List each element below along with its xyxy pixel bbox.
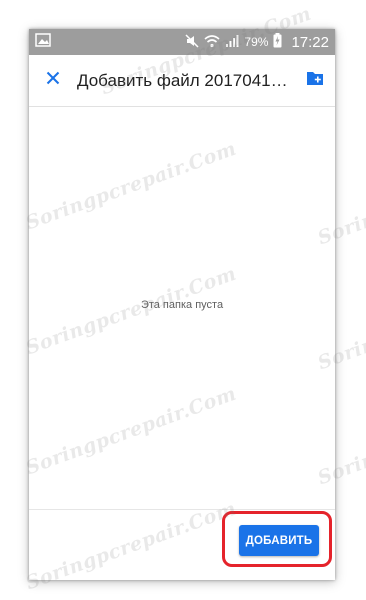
folder-content: Эта папка пуста <box>29 107 335 509</box>
phone-screen: 79% 17:22 Добавить файл 2017041… Эта пап… <box>29 29 335 580</box>
wifi-icon <box>204 34 220 51</box>
close-icon <box>46 71 60 90</box>
screenshot-stage: 79% 17:22 Добавить файл 2017041… Эта пап… <box>0 0 366 600</box>
battery-charging-icon <box>273 33 282 51</box>
page-title: Добавить файл 2017041… <box>77 70 288 90</box>
mute-icon <box>185 33 199 51</box>
add-button[interactable]: ДОБАВИТЬ <box>239 525 319 556</box>
close-button[interactable] <box>29 55 77 107</box>
status-clock: 17:22 <box>291 33 329 51</box>
signal-icon <box>225 34 239 51</box>
battery-percent: 79% <box>244 35 269 49</box>
empty-folder-message: Эта папка пуста <box>140 299 224 311</box>
top-app-bar: Добавить файл 2017041… <box>29 55 335 107</box>
new-folder-button[interactable] <box>295 55 335 107</box>
image-icon <box>35 32 51 52</box>
create-new-folder-icon <box>306 71 324 91</box>
bottom-action-bar: ДОБАВИТЬ <box>29 509 335 580</box>
status-bar: 79% 17:22 <box>29 29 335 55</box>
